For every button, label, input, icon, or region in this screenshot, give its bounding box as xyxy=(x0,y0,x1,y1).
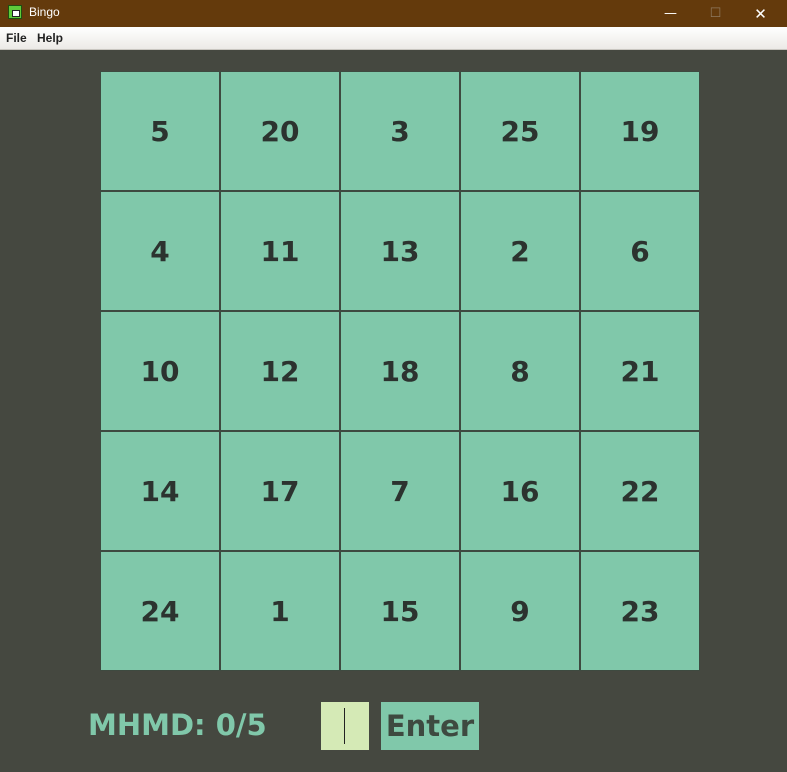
bingo-cell[interactable]: 4 xyxy=(101,192,219,310)
enter-button[interactable]: Enter xyxy=(381,702,479,750)
bingo-cell[interactable]: 15 xyxy=(341,552,459,670)
bingo-cell[interactable]: 14 xyxy=(101,432,219,550)
bingo-cell[interactable]: 12 xyxy=(221,312,339,430)
bingo-cell[interactable]: 18 xyxy=(341,312,459,430)
bingo-cell[interactable]: 3 xyxy=(341,72,459,190)
text-caret xyxy=(344,708,345,744)
bingo-cell[interactable]: 23 xyxy=(581,552,699,670)
bingo-cell[interactable]: 11 xyxy=(221,192,339,310)
number-input[interactable] xyxy=(321,702,369,750)
player-score: MHMD: 0/5 xyxy=(88,708,267,742)
bingo-window: Bingo — ☐ ✕ File Help 5 20 3 25 19 4 11 … xyxy=(0,0,787,772)
maximize-button[interactable]: ☐ xyxy=(693,0,738,27)
bingo-cell[interactable]: 2 xyxy=(461,192,579,310)
title-bar[interactable]: Bingo — ☐ ✕ xyxy=(0,0,787,27)
menu-file[interactable]: File xyxy=(6,31,27,45)
bingo-cell[interactable]: 7 xyxy=(341,432,459,550)
bingo-cell[interactable]: 25 xyxy=(461,72,579,190)
bingo-cell[interactable]: 10 xyxy=(101,312,219,430)
bingo-cell[interactable]: 6 xyxy=(581,192,699,310)
bingo-cell[interactable]: 5 xyxy=(101,72,219,190)
minimize-button[interactable]: — xyxy=(648,0,693,27)
bingo-cell[interactable]: 8 xyxy=(461,312,579,430)
bingo-cell[interactable]: 17 xyxy=(221,432,339,550)
bingo-board: 5 20 3 25 19 4 11 13 2 6 10 12 18 8 21 1… xyxy=(100,71,700,671)
menu-help[interactable]: Help xyxy=(37,31,63,45)
bingo-cell[interactable]: 20 xyxy=(221,72,339,190)
window-title: Bingo xyxy=(29,5,60,19)
bingo-cell[interactable]: 16 xyxy=(461,432,579,550)
bingo-cell[interactable]: 9 xyxy=(461,552,579,670)
bingo-cell[interactable]: 24 xyxy=(101,552,219,670)
bingo-cell[interactable]: 19 xyxy=(581,72,699,190)
bingo-cell[interactable]: 1 xyxy=(221,552,339,670)
bingo-cell[interactable]: 21 xyxy=(581,312,699,430)
close-button[interactable]: ✕ xyxy=(738,0,783,27)
bingo-cell[interactable]: 13 xyxy=(341,192,459,310)
bingo-cell[interactable]: 22 xyxy=(581,432,699,550)
menu-bar: File Help xyxy=(0,27,787,50)
bingo-app-icon xyxy=(8,5,22,19)
